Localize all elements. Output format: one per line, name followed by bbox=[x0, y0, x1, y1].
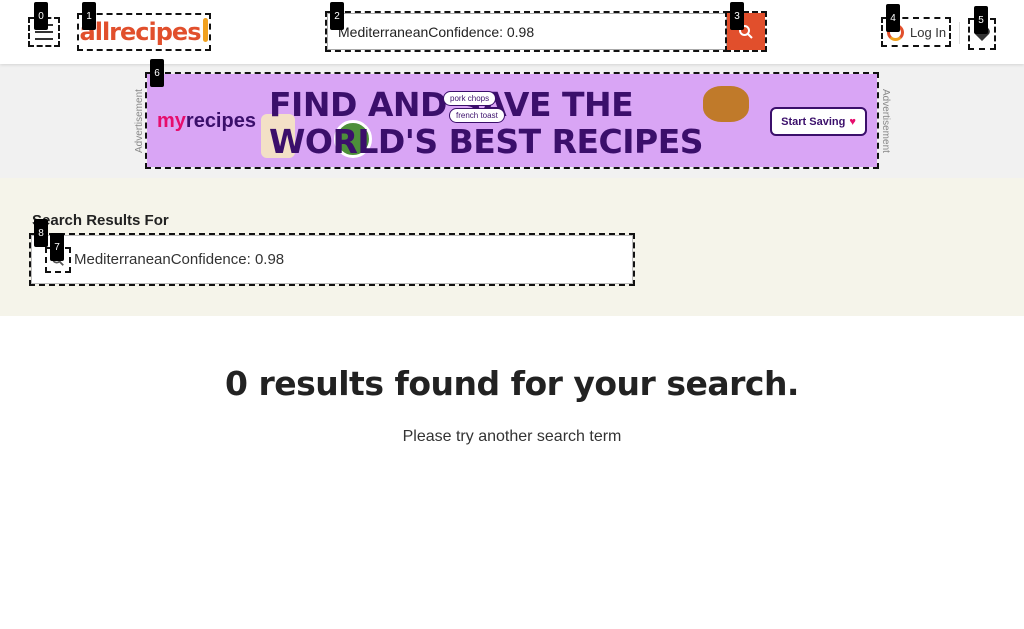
ad-headline: FIND AND SAVE THE WORLD'S BEST RECIPES bbox=[269, 86, 759, 160]
ad-chip-french-toast-label: french toast bbox=[456, 111, 498, 120]
header-search-input[interactable]: MediterraneanConfidence: 0.98 bbox=[325, 11, 729, 52]
marker-badge: 0 bbox=[34, 2, 48, 30]
ad-headline-line1: FIND AND SAVE THE bbox=[269, 85, 634, 124]
hamburger-icon-line bbox=[35, 38, 53, 40]
ad-headline-line2: WORLD'S BEST RECIPES bbox=[269, 122, 704, 161]
ad-chip-pork-chops-label: pork chops bbox=[450, 94, 490, 103]
marker-badge: 6 bbox=[150, 59, 164, 87]
results-search-value: MediterraneanConfidence: 0.98 bbox=[74, 251, 285, 268]
ad-chip-pork-chops: pork chops bbox=[443, 91, 497, 106]
ad-chip-french-toast: french toast bbox=[449, 108, 505, 123]
header-divider bbox=[959, 22, 960, 44]
no-results-heading: 0 results found for your search. bbox=[225, 364, 799, 403]
search-results-section: Search Results For MediterraneanConfiden… bbox=[0, 178, 1024, 316]
marker-badge: 8 bbox=[34, 219, 48, 247]
marker-badge: 4 bbox=[886, 4, 900, 32]
marker-badge: 1 bbox=[82, 2, 96, 30]
ad-brand: myrecipes bbox=[157, 110, 256, 133]
hamburger-icon-line bbox=[35, 31, 53, 33]
spoon-icon bbox=[203, 18, 209, 42]
marker-badge: 2 bbox=[330, 2, 344, 30]
marker-badge: 5 bbox=[974, 6, 988, 34]
no-results-subtext: Please try another search term bbox=[402, 428, 622, 445]
allrecipes-logo[interactable]: allrecipes bbox=[77, 13, 211, 51]
ad-label-right: Advertisement bbox=[880, 89, 891, 153]
ad-brand-recipes: recipes bbox=[185, 110, 256, 132]
ad-cta-label: Start Saving bbox=[781, 115, 846, 128]
logo-text: allrecipes bbox=[79, 18, 202, 46]
ad-start-saving-button[interactable]: Start Saving ♥ bbox=[770, 107, 867, 136]
login-label: Log In bbox=[910, 24, 947, 40]
results-search-input[interactable]: MediterraneanConfidence: 0.98 bbox=[29, 233, 635, 286]
site-header: allrecipes MediterraneanConfidence: 0.98… bbox=[0, 0, 1024, 64]
ad-label-left: Advertisement bbox=[134, 89, 145, 153]
ad-brand-my: my bbox=[157, 110, 186, 132]
advertisement-banner[interactable]: myrecipes FIND AND SAVE THE WORLD'S BEST… bbox=[145, 72, 879, 169]
marker-badge: 3 bbox=[730, 2, 744, 30]
header-search-value: MediterraneanConfidence: 0.98 bbox=[338, 23, 535, 40]
search-results-title: Search Results For bbox=[32, 212, 169, 229]
marker-badge: 7 bbox=[50, 233, 64, 261]
heart-icon: ♥ bbox=[849, 115, 856, 128]
